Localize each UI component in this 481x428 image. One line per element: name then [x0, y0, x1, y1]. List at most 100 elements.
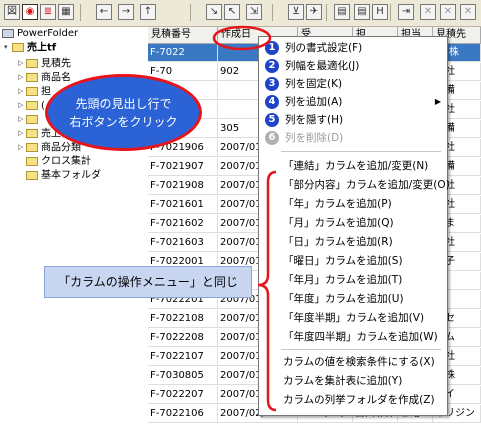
- sort-clear-icon[interactable]: ⇲: [246, 4, 262, 20]
- menu-item[interactable]: 「年」カラムを追加(P): [259, 195, 447, 213]
- table-cell[interactable]: F-7021602: [148, 215, 218, 233]
- html-export-icon[interactable]: H: [372, 4, 388, 20]
- table-cell[interactable]: F-7022107: [148, 348, 218, 366]
- calendar-icon[interactable]: ▤: [354, 4, 370, 20]
- toolbar-separator: [390, 4, 391, 21]
- menu-item[interactable]: 3 列を固定(K): [259, 75, 447, 93]
- sort-desc-icon[interactable]: ↘: [206, 4, 222, 20]
- tree-item[interactable]: ▷ 商品名: [18, 71, 71, 84]
- export-icon[interactable]: ⇥: [398, 4, 414, 20]
- menu-item[interactable]: カラムの列挙フォルダを作成(Z): [259, 391, 447, 409]
- computer-icon: [2, 28, 14, 38]
- sort-asc-icon[interactable]: ↖: [224, 4, 240, 20]
- table-cell[interactable]: F-7022: [148, 44, 218, 62]
- table-cell[interactable]: F-7021603: [148, 234, 218, 252]
- callout-line-1: 先頭の見出し行で: [75, 97, 172, 111]
- folder-icon: [26, 73, 38, 82]
- menu-item[interactable]: 5 列を隠す(H): [259, 111, 447, 129]
- tree-item-label: 売上tf: [27, 42, 57, 54]
- menu-separator: [281, 151, 441, 152]
- menu-item-label: 「年」カラムを追加(P): [283, 198, 392, 210]
- expand-icon[interactable]: ▷: [18, 57, 26, 70]
- calendar-icon[interactable]: ▤: [334, 4, 350, 20]
- menu-item[interactable]: 「月」カラムを追加(Q): [259, 214, 447, 232]
- menu-item[interactable]: 「年度」カラムを追加(U): [259, 290, 447, 308]
- folder-icon: [26, 115, 38, 124]
- menu-item[interactable]: 2 列幅を最適化(J): [259, 57, 447, 75]
- remove-icon[interactable]: ✕: [460, 4, 476, 20]
- forward-arrow-icon[interactable]: →: [118, 4, 134, 20]
- table-cell[interactable]: F-7021907: [148, 158, 218, 176]
- menu-item-label: 列を隠す(H): [285, 114, 344, 126]
- menu-item[interactable]: 「年月」カラムを追加(T): [259, 271, 447, 289]
- menu-number-badge: 3: [265, 77, 279, 91]
- menu-item-label: カラムの列挙フォルダを作成(Z): [283, 394, 435, 406]
- remove-icon[interactable]: ✕: [420, 4, 436, 20]
- folder-icon: [26, 101, 38, 110]
- tree-item-uriage[interactable]: ▾ 売上tf: [4, 41, 56, 54]
- table-cell[interactable]: F-7022207: [148, 386, 218, 404]
- tree-item-label: 見積先: [41, 58, 71, 70]
- toolbar-separator: [190, 4, 191, 21]
- menu-item-label: 「年月」カラムを追加(T): [283, 274, 403, 286]
- table-cell[interactable]: F-7021601: [148, 196, 218, 214]
- menu-item-label: 「曜日」カラムを追加(S): [283, 255, 403, 267]
- filter-icon[interactable]: ⊻: [288, 4, 304, 20]
- expand-icon[interactable]: ▷: [18, 99, 26, 112]
- folder-icon: [26, 156, 38, 166]
- table-icon[interactable]: ▦: [58, 4, 74, 20]
- menu-item[interactable]: 「曜日」カラムを追加(S): [259, 252, 447, 270]
- column-header[interactable]: 見積番号: [148, 27, 218, 44]
- up-arrow-icon[interactable]: ↑: [140, 4, 156, 20]
- menu-item-label: 「部分内容」カラムを追加/変更(O): [283, 179, 450, 191]
- view-icon[interactable]: 図: [4, 4, 20, 20]
- menu-item[interactable]: 6 列を削除(D): [259, 129, 447, 147]
- table-cell[interactable]: F-7021908: [148, 177, 218, 195]
- menu-item[interactable]: 「部分内容」カラムを追加/変更(O): [259, 176, 450, 194]
- menu-item[interactable]: 「連結」カラムを追加/変更(N): [259, 157, 447, 175]
- expand-icon[interactable]: ▷: [18, 141, 26, 154]
- menu-item-label: カラムを集計表に追加(Y): [283, 375, 403, 387]
- plane-icon[interactable]: ✈: [306, 4, 322, 20]
- tree-item[interactable]: ▷ 担: [18, 85, 51, 98]
- tree-item[interactable]: ▷ 商品分類: [18, 141, 81, 154]
- menu-item[interactable]: 4 列を追加(A) ▶: [259, 93, 447, 111]
- expand-icon[interactable]: ▷: [18, 85, 26, 98]
- menu-item[interactable]: 「日」カラムを追加(R): [259, 233, 447, 251]
- folder-icon: [26, 87, 38, 96]
- toolbar: 図 ◉ ≣ ▦ ← → ↑ ↘ ↖ ⇲ ⊻ ✈ ▤ ▤ H ⇥ ✕ ✕ ✕: [0, 0, 481, 27]
- eye-icon[interactable]: ◉: [22, 4, 38, 20]
- tree-item[interactable]: ▷(: [18, 99, 45, 112]
- tree-item-label: 商品分類: [41, 142, 81, 154]
- table-cell[interactable]: F-7030805: [148, 367, 218, 385]
- tree-item[interactable]: クロス集計: [18, 155, 91, 168]
- expand-icon[interactable]: ▷: [18, 113, 26, 126]
- table-cell[interactable]: F-7022108: [148, 310, 218, 328]
- remove-icon[interactable]: ✕: [440, 4, 456, 20]
- table-cell[interactable]: F-7022208: [148, 329, 218, 347]
- menu-item[interactable]: 1 列の書式設定(F): [259, 39, 447, 57]
- menu-item[interactable]: カラムの値を検索条件にする(X): [259, 353, 447, 371]
- collapse-icon[interactable]: ▾: [4, 41, 12, 54]
- callout-line-2: 右ボタンをクリック: [69, 115, 178, 129]
- expand-icon[interactable]: ▷: [18, 71, 26, 84]
- expand-icon[interactable]: ▷: [18, 127, 26, 140]
- back-arrow-icon[interactable]: ←: [96, 4, 112, 20]
- note-box: 「カラムの操作メニュー」と同じ: [44, 266, 252, 298]
- tree-item[interactable]: ▷ 見積先: [18, 57, 71, 70]
- tree-root[interactable]: PowerFolder: [2, 27, 78, 40]
- toolbar-separator: [326, 4, 327, 21]
- table-cell[interactable]: F-7022106: [148, 405, 218, 423]
- menu-number-badge: 4: [265, 95, 279, 109]
- menu-item-label: カラムの値を検索条件にする(X): [283, 356, 435, 368]
- menu-item[interactable]: 「年度半期」カラムを追加(V): [259, 309, 447, 327]
- menu-separator: [281, 349, 441, 350]
- folder-icon: [12, 43, 24, 52]
- menu-item[interactable]: カラムを集計表に追加(Y): [259, 372, 447, 390]
- tree-item[interactable]: ▷: [18, 113, 41, 126]
- menu-number-badge: 2: [265, 59, 279, 73]
- tree-icon[interactable]: ≣: [40, 4, 56, 20]
- folder-icon: [26, 170, 38, 180]
- menu-item[interactable]: 「年度四半期」カラムを追加(W): [259, 328, 447, 346]
- tree-item[interactable]: 基本フォルダ: [18, 169, 101, 182]
